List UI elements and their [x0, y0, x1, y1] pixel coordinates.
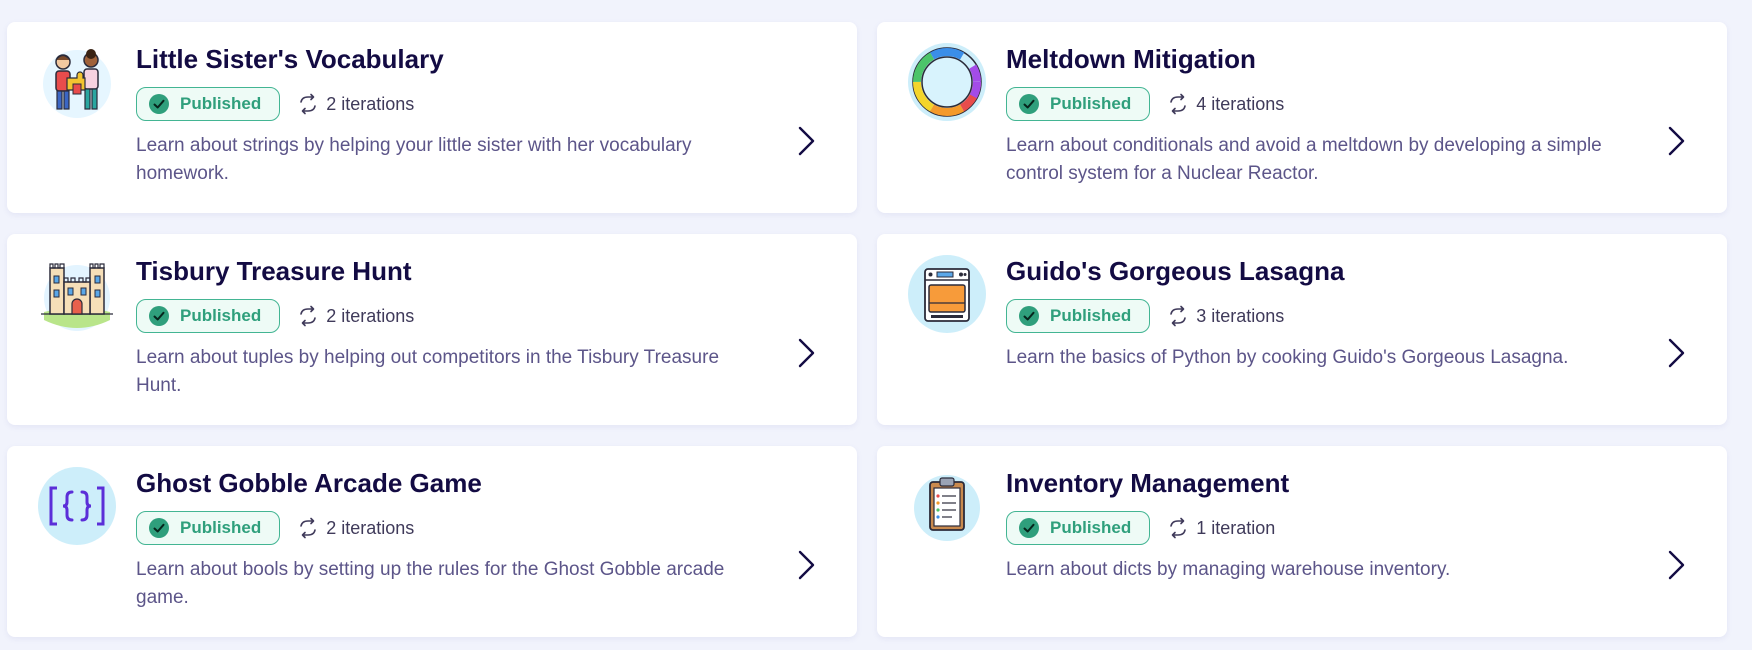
iterations-info: 2 iterations	[297, 93, 414, 115]
iterations-count: 2 iterations	[326, 517, 415, 538]
card-body: Meltdown Mitigation Published 4 iteratio…	[1006, 42, 1637, 188]
iterations-icon	[297, 305, 319, 327]
iterations-count: 3 iterations	[1196, 305, 1285, 326]
iterations-info: 1 iteration	[1167, 517, 1275, 539]
check-circle-icon	[1019, 518, 1039, 538]
card-title: Guido's Gorgeous Lasagna	[1006, 256, 1345, 286]
status-badge: Published	[136, 87, 281, 121]
chevron-right-icon[interactable]	[795, 548, 819, 582]
status-badge: Published	[1006, 511, 1151, 545]
check-circle-icon	[149, 518, 169, 538]
iterations-count: 4 iterations	[1196, 93, 1285, 114]
card-meta: Published 4 iterations	[1006, 86, 1637, 122]
exercise-card-inventory-management[interactable]: Inventory Management Published 1 iterati…	[877, 446, 1727, 637]
card-title: Ghost Gobble Arcade Game	[136, 468, 482, 498]
exercise-card-guidos-gorgeous-lasagna[interactable]: Guido's Gorgeous Lasagna Published 3 ite…	[877, 234, 1727, 425]
iterations-icon	[1167, 93, 1189, 115]
card-description: Learn about dicts by managing warehouse …	[1006, 559, 1451, 580]
card-meta: Published 3 iterations	[1006, 298, 1637, 334]
color-ring-icon	[907, 42, 987, 122]
card-meta: Published 2 iterations	[136, 298, 767, 334]
status-label: Published	[180, 306, 262, 325]
card-meta: Published 1 iteration	[1006, 510, 1637, 546]
exercise-card-meltdown-mitigation[interactable]: Meltdown Mitigation Published 4 iteratio…	[877, 22, 1727, 213]
exercise-card-little-sisters-vocabulary[interactable]: Little Sister's Vocabulary Published 2 i…	[7, 22, 857, 213]
exercise-card-tisbury-treasure-hunt[interactable]: Tisbury Treasure Hunt Published 2 iterat…	[7, 234, 857, 425]
clipboard-icon	[907, 466, 987, 546]
status-badge: Published	[136, 299, 281, 333]
card-body: Tisbury Treasure Hunt Published 2 iterat…	[136, 254, 767, 400]
chevron-right-icon[interactable]	[1665, 548, 1689, 582]
iterations-count: 2 iterations	[326, 93, 415, 114]
check-circle-icon	[1019, 306, 1039, 326]
status-badge: Published	[136, 511, 281, 545]
card-body: Guido's Gorgeous Lasagna Published 3 ite…	[1006, 254, 1637, 372]
status-badge: Published	[1006, 87, 1151, 121]
card-description: Learn about tuples by helping out compet…	[136, 347, 720, 396]
card-body: Little Sister's Vocabulary Published 2 i…	[136, 42, 767, 188]
chevron-right-icon[interactable]	[1665, 124, 1689, 158]
iterations-icon	[297, 93, 319, 115]
iterations-info: 4 iterations	[1167, 93, 1284, 115]
iterations-info: 2 iterations	[297, 517, 414, 539]
status-label: Published	[1050, 306, 1132, 325]
exercise-card-ghost-gobble-arcade-game[interactable]: Ghost Gobble Arcade Game Published 2 ite…	[7, 446, 857, 637]
card-description: Learn about bools by setting up the rule…	[136, 559, 725, 608]
curly-braces-icon	[37, 466, 117, 546]
iterations-info: 2 iterations	[297, 305, 414, 327]
exercise-grid: Little Sister's Vocabulary Published 2 i…	[7, 22, 1727, 637]
iterations-count: 1 iteration	[1196, 517, 1276, 538]
status-label: Published	[180, 518, 262, 537]
chevron-right-icon[interactable]	[795, 336, 819, 370]
check-circle-icon	[1019, 94, 1039, 114]
card-body: Ghost Gobble Arcade Game Published 2 ite…	[136, 466, 767, 612]
kids-puzzle-icon	[37, 42, 117, 122]
status-badge: Published	[1006, 299, 1151, 333]
card-meta: Published 2 iterations	[136, 86, 767, 122]
iterations-count: 2 iterations	[326, 305, 415, 326]
chevron-right-icon[interactable]	[1665, 336, 1689, 370]
iterations-icon	[297, 517, 319, 539]
card-description: Learn about strings by helping your litt…	[136, 135, 692, 184]
chevron-right-icon[interactable]	[795, 124, 819, 158]
castle-icon	[37, 254, 117, 334]
oven-icon	[907, 254, 987, 334]
card-title: Little Sister's Vocabulary	[136, 44, 444, 74]
card-body: Inventory Management Published 1 iterati…	[1006, 466, 1637, 584]
iterations-info: 3 iterations	[1167, 305, 1284, 327]
status-label: Published	[180, 94, 262, 113]
check-circle-icon	[149, 94, 169, 114]
iterations-icon	[1167, 517, 1189, 539]
check-circle-icon	[149, 306, 169, 326]
card-title: Tisbury Treasure Hunt	[136, 256, 412, 286]
card-description: Learn the basics of Python by cooking Gu…	[1006, 347, 1569, 368]
card-title: Meltdown Mitigation	[1006, 44, 1256, 74]
card-meta: Published 2 iterations	[136, 510, 767, 546]
iterations-icon	[1167, 305, 1189, 327]
card-title: Inventory Management	[1006, 468, 1290, 498]
status-label: Published	[1050, 94, 1132, 113]
status-label: Published	[1050, 518, 1132, 537]
card-description: Learn about conditionals and avoid a mel…	[1006, 135, 1602, 184]
